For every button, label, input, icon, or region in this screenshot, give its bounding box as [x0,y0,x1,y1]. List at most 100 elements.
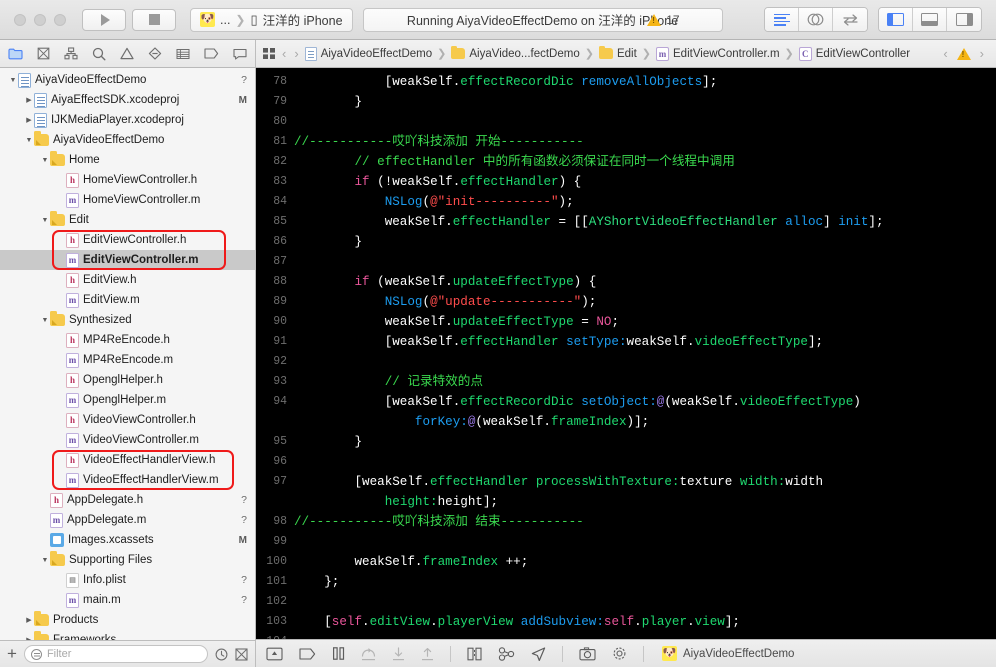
project-file-tree[interactable]: ▼ AiyaVideoEffectDemo? ▶ AiyaEffectSDK.xcod… [0,68,255,640]
disclosure-open-icon[interactable]: ▼ [40,157,50,164]
navigator-row[interactable]: ▼ Supporting Files [0,550,255,570]
disclosure-open-icon[interactable]: ▼ [40,217,50,224]
go-forward-button[interactable]: › [292,46,300,61]
code-line[interactable]: height:height]; [294,492,996,512]
code-line[interactable] [294,532,996,552]
code-line[interactable]: //-----------哎吖科技添加 开始----------- [294,132,996,152]
breadcrumb-symbol[interactable]: C EditViewController [798,46,910,61]
disclosure-open-icon[interactable]: ▼ [8,77,18,84]
navigator-row[interactable]: m MP4ReEncode.m [0,350,255,370]
breadcrumb-group-2[interactable]: Edit [598,45,637,60]
next-issue-button[interactable]: › [978,46,986,61]
view-hierarchy-icon[interactable] [467,647,482,661]
symbol-navigator-tab[interactable] [64,47,78,60]
debug-navigator-tab[interactable] [176,48,190,60]
breakpoint-tag-icon[interactable] [299,647,316,660]
scheme-selector[interactable]: 🐶 ... ❯ ▯ 汪洋的 iPhone [190,7,353,32]
navigator-row[interactable]: h MP4ReEncode.h [0,330,255,350]
navigator-row[interactable]: m EditViewController.m [0,250,255,270]
disclosure-closed-icon[interactable]: ▶ [24,96,34,104]
code-line[interactable]: }; [294,572,996,592]
code-line[interactable]: } [294,92,996,112]
code-line[interactable]: //-----------哎吖科技添加 结束----------- [294,512,996,532]
standard-editor-button[interactable] [765,8,799,31]
navigator-row[interactable]: m EditView.m [0,290,255,310]
code-line[interactable]: weakSelf.effectHandler = [[AYShortVideoE… [294,212,996,232]
code-line[interactable] [294,352,996,372]
recent-files-filter-button[interactable] [215,648,228,661]
report-navigator-tab[interactable] [233,48,247,60]
disclosure-open-icon[interactable]: ▼ [24,137,34,144]
code-line[interactable]: weakSelf.frameIndex ++; [294,552,996,572]
code-line[interactable]: weakSelf.updateEffectType = NO; [294,312,996,332]
close-window-button[interactable] [14,13,26,26]
navigator-row[interactable]: ▼ Synthesized [0,310,255,330]
project-navigator-tab[interactable] [8,47,23,60]
navigator-row[interactable]: h VideoViewController.h [0,410,255,430]
code-line[interactable]: // effectHandler 中的所有函数必须保证在同时一个线程中调用 [294,152,996,172]
breadcrumb-project[interactable]: AiyaVideoEffectDemo [304,46,432,61]
step-over-icon[interactable] [361,647,376,661]
warning-indicator[interactable]: 17 [647,13,680,27]
code-line[interactable]: NSLog(@"update-----------"); [294,292,996,312]
code-line[interactable] [294,112,996,132]
code-line[interactable] [294,252,996,272]
navigator-row[interactable]: m HomeViewController.m [0,190,255,210]
navigator-row[interactable]: h EditView.h [0,270,255,290]
code-line[interactable]: [weakSelf.effectRecordDic setObject:@(we… [294,392,996,412]
stop-button[interactable] [132,8,176,31]
navigator-row[interactable]: h OpenglHelper.h [0,370,255,390]
gear-icon[interactable] [612,646,627,661]
version-editor-button[interactable] [833,8,867,31]
navigator-row[interactable]: ▼ Edit [0,210,255,230]
test-navigator-tab[interactable] [148,47,162,60]
location-arrow-icon[interactable] [531,646,546,661]
disclosure-closed-icon[interactable]: ▶ [24,116,34,124]
code-line[interactable]: forKey:@(weakSelf.frameIndex)]; [294,412,996,432]
run-button[interactable] [82,8,126,31]
code-line[interactable]: } [294,432,996,452]
navigator-row[interactable]: h EditViewController.h [0,230,255,250]
step-into-icon[interactable] [392,646,405,661]
previous-issue-button[interactable]: ‹ [941,46,949,61]
code-line[interactable]: [self.editView.playerView addSubview:sel… [294,612,996,632]
disclosure-open-icon[interactable]: ▼ [40,557,50,564]
unsaved-files-filter-button[interactable] [235,647,248,661]
add-file-button[interactable]: + [7,645,17,664]
find-navigator-tab[interactable] [92,47,106,61]
related-items-icon[interactable] [262,47,276,60]
navigator-row[interactable]: ▼ AiyaVideoEffectDemo [0,130,255,150]
pause-icon[interactable] [332,647,345,660]
code-line[interactable]: NSLog(@"init----------"); [294,192,996,212]
navigator-row[interactable]: m main.m? [0,590,255,610]
debug-process-selector[interactable]: 🐶 AiyaVideoEffectDemo [662,646,794,661]
code-line[interactable] [294,452,996,472]
navigator-row[interactable]: m VideoViewController.m [0,430,255,450]
filter-field[interactable]: Filter [23,645,208,663]
code-line[interactable]: [weakSelf.effectRecordDic removeAllObjec… [294,72,996,92]
navigator-row[interactable]: ▶ IJKMediaPlayer.xcodeproj [0,110,255,130]
memory-graph-icon[interactable] [498,646,515,661]
navigator-row[interactable]: m VideoEffectHandlerView.m [0,470,255,490]
debug-area-icon[interactable] [266,647,283,661]
go-back-button[interactable]: ‹ [280,46,288,61]
toggle-utilities-button[interactable] [947,8,981,31]
navigator-row[interactable]: h VideoEffectHandlerView.h [0,450,255,470]
breadcrumb-group-1[interactable]: AiyaVideo...fectDemo [451,45,580,60]
code-line[interactable]: } [294,232,996,252]
code-line[interactable]: [weakSelf.effectHandler processWithTextu… [294,472,996,492]
source-code-text[interactable]: [weakSelf.effectRecordDic removeAllObjec… [294,68,996,639]
issue-navigator-tab[interactable] [120,47,134,60]
code-line[interactable] [294,632,996,639]
code-line[interactable]: if (weakSelf.updateEffectType) { [294,272,996,292]
navigator-row[interactable]: ▤ Info.plist? [0,570,255,590]
navigator-row[interactable]: Images.xcassets M [0,530,255,550]
code-line[interactable]: // 记录特效的点 [294,372,996,392]
disclosure-closed-icon[interactable]: ▶ [24,636,34,640]
step-out-icon[interactable] [421,647,434,661]
navigator-row[interactable]: m OpenglHelper.m [0,390,255,410]
disclosure-closed-icon[interactable]: ▶ [24,616,34,624]
breadcrumb-file[interactable]: m EditViewController.m [656,46,780,61]
toggle-navigator-button[interactable] [879,8,913,31]
navigator-row[interactable]: m AppDelegate.m? [0,510,255,530]
